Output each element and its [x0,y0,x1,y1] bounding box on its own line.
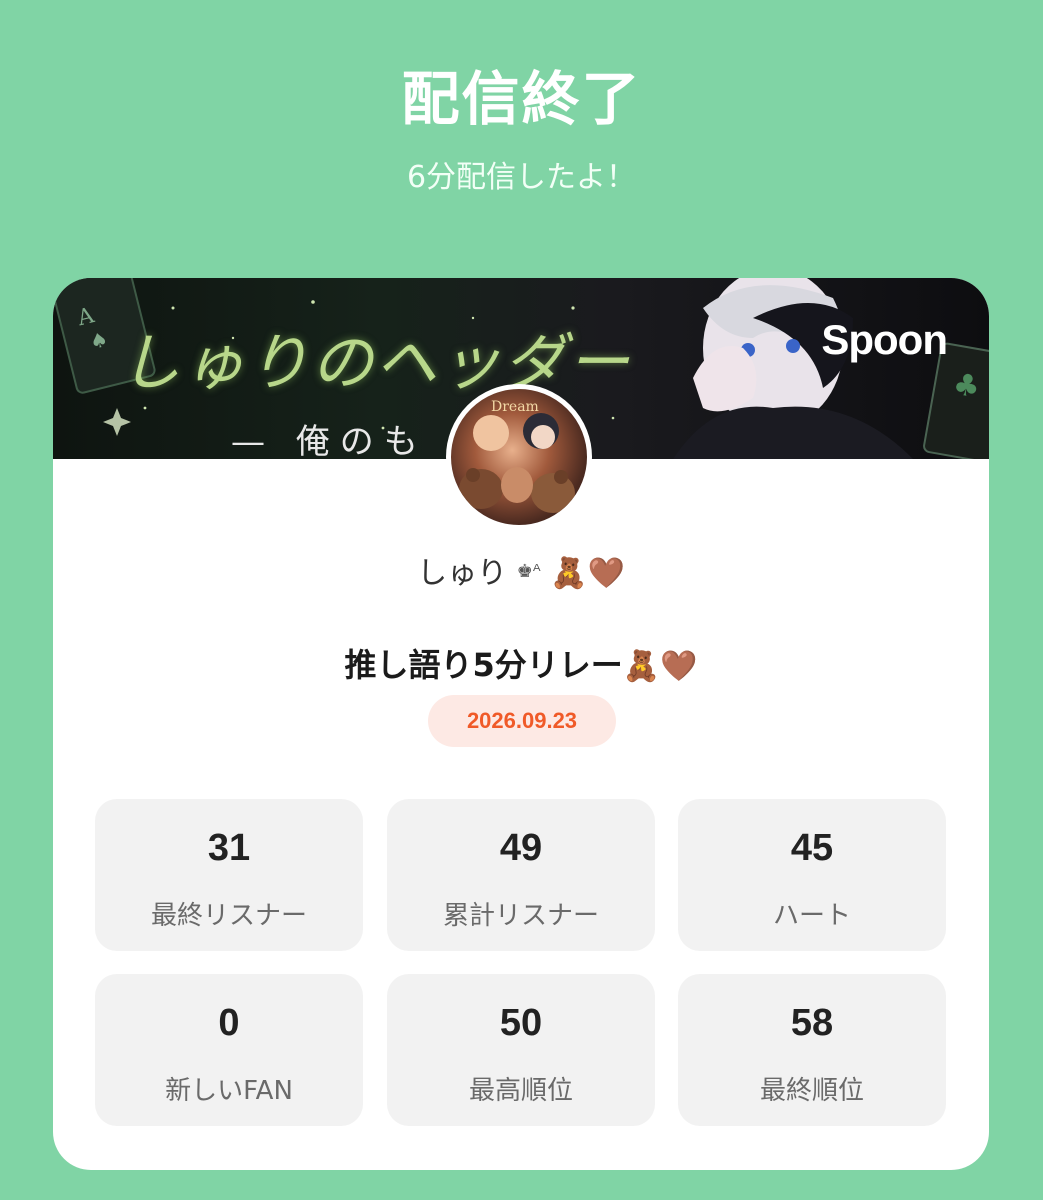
stat-label: 累計リスナー [442,901,599,931]
stat-value: 45 [790,827,834,869]
stat-value: 49 [499,827,543,869]
stat-final-rank: 58 最終順位 [678,974,946,1126]
avatar[interactable]: Dream [446,384,592,530]
stat-label: ハート [772,901,851,931]
avatar-art: Dream [459,399,575,513]
spoon-logo: Spoon [821,316,948,363]
svg-text:Dream: Dream [491,399,539,415]
stat-label: 新しいFAN [165,1076,293,1106]
stat-new-fans: 0 新しいFAN [95,974,363,1126]
stat-value: 50 [499,1002,543,1044]
username-emoji: 🧸🤎 [550,556,625,591]
stat-final-listeners: 31 最終リスナー [95,799,363,951]
stream-title-text: 推し語り5分リレー [344,646,623,684]
date-badge: 2026.09.23 [428,695,616,747]
page-subtitle: 6分配信したよ！ [406,160,637,195]
banner-subtitle: — 俺のも [231,422,428,459]
username-text: しゅり [417,556,508,591]
stat-total-listeners: 49 累計リスナー [387,799,655,951]
username: しゅり ♚ᴬ 🧸🤎 [53,548,989,592]
stat-value: 31 [207,827,251,869]
stat-value: 0 [218,1002,240,1044]
stat-highest-rank: 50 最高順位 [387,974,655,1126]
broadcast-summary-card: A ♠ ♣ しゅりのヘッダー — 俺のも Spoon Dream しゅり ♚ᴬ … [53,278,989,1170]
stat-label: 最終リスナー [150,901,307,931]
stat-label: 最高順位 [468,1076,573,1106]
stat-value: 58 [790,1002,834,1044]
page-title: 配信終了 [401,65,642,133]
user-badge: ♚ᴬ [516,561,541,582]
stat-hearts: 45 ハート [678,799,946,951]
stream-title-emoji: 🧸🤎 [622,649,698,684]
stream-title: 推し語り5分リレー🧸🤎 [53,640,989,686]
stat-label: 最終順位 [759,1076,864,1106]
